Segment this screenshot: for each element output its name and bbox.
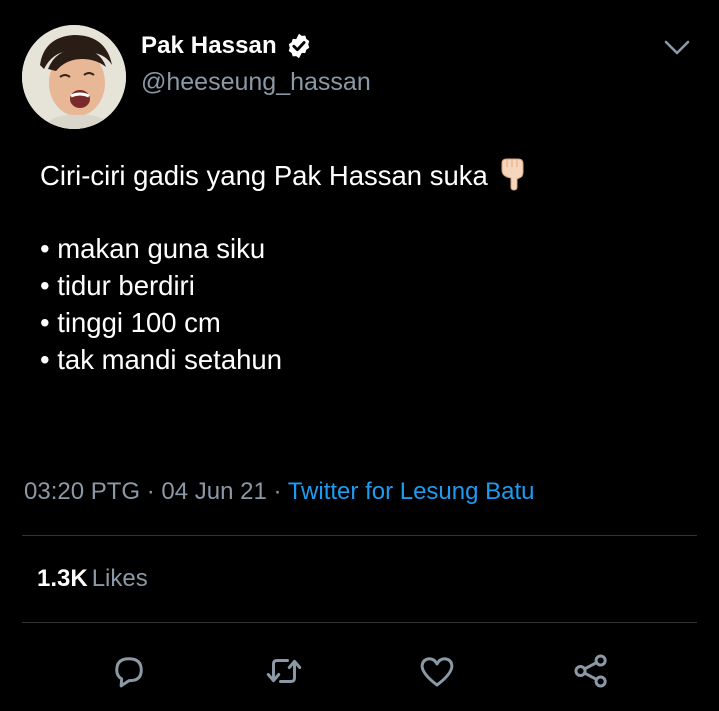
- meta-separator: ·: [140, 478, 162, 505]
- tweet-card: Pak Hassan @heeseung_hassan Ciri-ciri ga…: [0, 0, 719, 711]
- likes-count: 1.3K: [37, 565, 88, 592]
- share-icon: [574, 654, 607, 688]
- more-options-chevron-down-icon[interactable]: [662, 36, 692, 60]
- backhand-index-pointing-down-icon: [498, 157, 528, 191]
- likes-stat[interactable]: 1.3K Likes: [37, 565, 148, 593]
- tweet-intro-line: Ciri-ciri gadis yang Pak Hassan suka: [40, 157, 680, 194]
- divider: [22, 535, 697, 536]
- meta-separator: ·: [266, 478, 288, 505]
- likes-label: Likes: [91, 565, 148, 592]
- avatar[interactable]: [22, 25, 126, 129]
- tweet-intro-text: Ciri-ciri gadis yang Pak Hassan suka: [40, 160, 488, 191]
- retweet-icon: [266, 659, 302, 683]
- tweet-bullet-item: • makan guna siku: [40, 233, 266, 264]
- retweet-button[interactable]: [261, 648, 307, 694]
- like-button[interactable]: [414, 648, 460, 694]
- reply-button[interactable]: [106, 648, 152, 694]
- action-bar: [0, 648, 719, 694]
- tweet-bullet-item: • tak mandi setahun: [40, 344, 282, 375]
- display-name[interactable]: Pak Hassan: [141, 32, 277, 60]
- divider: [22, 622, 697, 623]
- share-button[interactable]: [568, 648, 614, 694]
- avatar-photo-icon: [22, 25, 126, 129]
- tweet-body: Ciri-ciri gadis yang Pak Hassan suka • m…: [40, 157, 680, 378]
- tweet-bullet-item: • tinggi 100 cm: [40, 307, 221, 338]
- tweet-metadata: 03:20 PTG · 04 Jun 21 · Twitter for Lesu…: [24, 478, 535, 506]
- tweet-date[interactable]: 04 Jun 21: [161, 478, 266, 505]
- reply-icon: [115, 657, 143, 688]
- verified-badge-icon: [285, 32, 313, 60]
- tweet-time[interactable]: 03:20 PTG: [24, 478, 140, 505]
- user-handle[interactable]: @heeseung_hassan: [141, 68, 371, 97]
- tweet-bullet-item: • tidur berdiri: [40, 270, 195, 301]
- tweet-source-link[interactable]: Twitter for Lesung Batu: [288, 478, 535, 505]
- heart-icon: [420, 657, 454, 687]
- author-row: Pak Hassan: [141, 30, 313, 62]
